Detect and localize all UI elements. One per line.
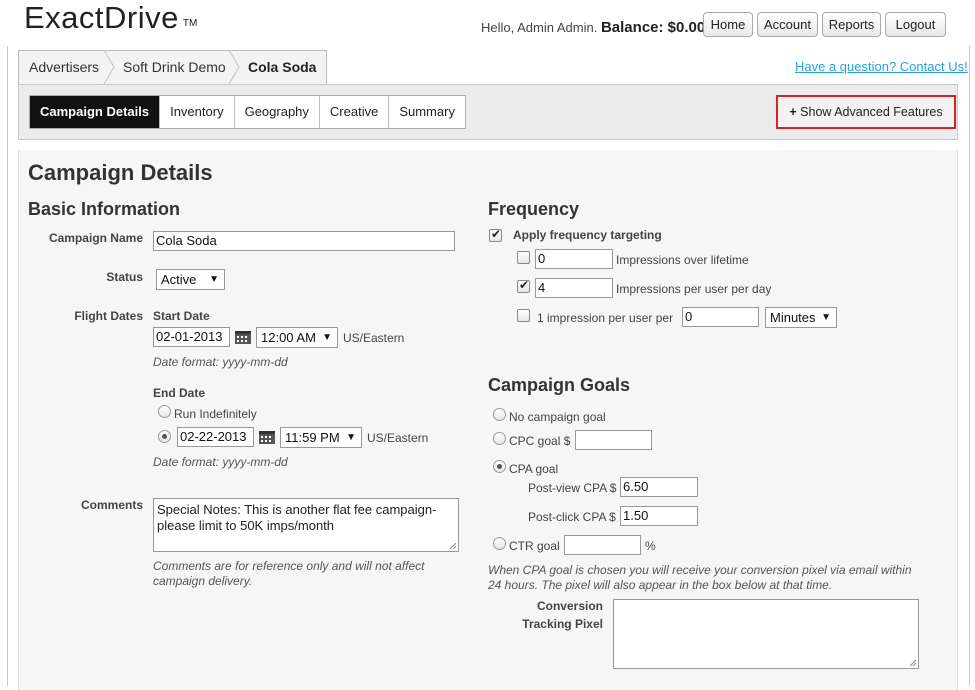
post-click-cpa-label: Post-click CPA $ (528, 510, 616, 524)
breadcrumb-separator-icon (228, 50, 240, 84)
post-click-cpa-input[interactable]: 1.50 (620, 506, 698, 526)
checkmark-icon: ✔ (519, 278, 530, 292)
cpa-goal-label: CPA goal (509, 462, 559, 476)
resize-grip-icon[interactable] (908, 658, 917, 667)
start-time-value: 12:00 AM (261, 330, 316, 345)
tab-list: Campaign Details Inventory Geography Cre… (29, 95, 466, 129)
start-time-select[interactable]: 12:00 AM ▼ (256, 327, 338, 348)
reports-button[interactable]: Reports (822, 12, 881, 37)
campaign-name-label: Campaign Name (48, 231, 143, 245)
no-goal-label: No campaign goal (509, 410, 606, 424)
one-impression-label: 1 impression per user per (537, 311, 674, 325)
logo-text: ExactDrive (24, 0, 179, 35)
conversion-pixel-label-line1: Conversion (536, 599, 603, 613)
campaign-name-input[interactable]: Cola Soda (153, 231, 455, 251)
chevron-down-icon: ▼ (209, 274, 219, 285)
comments-label: Comments (80, 498, 143, 512)
interval-unit-value: Minutes (770, 310, 816, 325)
no-goal-radio[interactable] (493, 408, 506, 421)
start-date-input[interactable]: 02-01-2013 (153, 327, 230, 347)
status-select[interactable]: Active ▼ (156, 269, 225, 290)
apply-frequency-label: Apply frequency targeting (513, 228, 662, 242)
one-impression-interval-input[interactable]: 0 (682, 307, 759, 327)
calendar-icon[interactable] (234, 329, 252, 345)
account-button[interactable]: Account (757, 12, 818, 37)
run-indefinitely-radio[interactable] (158, 405, 171, 418)
start-date-label: Start Date (153, 309, 210, 323)
ctr-goal-radio[interactable] (493, 537, 506, 550)
per-day-checkbox[interactable]: ✔ (517, 278, 530, 293)
show-advanced-features-label: Show Advanced Features (800, 105, 943, 119)
status-value: Active (161, 272, 197, 287)
resize-grip-icon[interactable] (448, 541, 457, 550)
logo-tm: TM (182, 18, 198, 29)
apply-frequency-checkbox[interactable]: ✔ (489, 227, 502, 242)
tab-summary[interactable]: Summary (389, 96, 465, 128)
tab-campaign-details[interactable]: Campaign Details (30, 96, 161, 128)
radio-selected-dot (497, 464, 502, 469)
end-timezone: US/Eastern (367, 431, 429, 445)
radio-selected-dot (162, 434, 167, 439)
per-day-impressions-input[interactable]: 4 (535, 278, 613, 298)
cpa-goal-hint: When CPA goal is chosen you will receive… (488, 563, 912, 592)
start-timezone: US/Eastern (343, 331, 405, 345)
end-date-radio[interactable] (158, 430, 171, 443)
chevron-down-icon: ▼ (821, 312, 831, 323)
cpc-goal-label: CPC goal $ (509, 434, 571, 448)
checkmark-icon: ✔ (491, 227, 502, 241)
cpc-goal-radio[interactable] (493, 432, 506, 445)
comments-value: Special Notes: This is another flat fee … (157, 502, 437, 533)
breadcrumb-campaign-group[interactable]: Soft Drink Demo (123, 50, 226, 84)
greeting-text: Hello, Admin Admin. (481, 20, 598, 35)
lifetime-impressions-label: Impressions over lifetime (616, 253, 749, 267)
post-view-cpa-label: Post-view CPA $ (528, 481, 617, 495)
end-date-label: End Date (153, 386, 206, 400)
logout-button[interactable]: Logout (885, 12, 946, 37)
campaign-goals-heading: Campaign Goals (488, 375, 631, 395)
lifetime-impressions-input[interactable]: 0 (535, 249, 613, 269)
one-impression-checkbox[interactable] (517, 309, 530, 322)
show-advanced-features-button[interactable]: + Show Advanced Features (776, 95, 956, 129)
breadcrumb-separator-icon (103, 50, 115, 84)
interval-unit-select[interactable]: Minutes ▼ (765, 307, 837, 328)
flight-dates-label: Flight Dates (74, 309, 143, 323)
contact-link[interactable]: Have a question? Contact Us! (795, 59, 968, 74)
start-date-format-hint: Date format: yyyy-mm-dd (153, 355, 288, 369)
chevron-down-icon: ▼ (322, 332, 332, 343)
ctr-goal-label: CTR goal (509, 539, 560, 553)
home-button[interactable]: Home (703, 12, 753, 37)
lifetime-checkbox[interactable] (517, 251, 530, 264)
balance: Balance: $0.00 (600, 19, 706, 36)
chevron-down-icon: ▼ (346, 432, 356, 443)
end-time-value: 11:59 PM (285, 430, 340, 445)
breadcrumb-advertisers[interactable]: Advertisers (29, 50, 99, 84)
cpc-goal-input[interactable] (575, 430, 652, 450)
calendar-icon[interactable] (258, 429, 276, 445)
frequency-heading: Frequency (488, 199, 580, 219)
run-indefinitely-label: Run Indefinitely (174, 407, 257, 421)
end-date-input[interactable]: 02-22-2013 (177, 427, 254, 447)
basic-information-heading: Basic Information (28, 199, 181, 219)
logo[interactable]: ExactDrive TM (24, 0, 197, 36)
tab-creative[interactable]: Creative (320, 96, 390, 128)
ctr-unit: % (645, 539, 656, 553)
comments-hint: Comments are for reference only and will… (153, 559, 425, 588)
end-date-format-hint: Date format: yyyy-mm-dd (153, 455, 288, 469)
cpa-goal-radio[interactable] (493, 460, 506, 473)
plus-icon: + (789, 105, 797, 119)
page-title: Campaign Details (28, 160, 213, 185)
conversion-pixel-label-line2: Tracking Pixel (522, 617, 603, 631)
account-greeting: Hello, Admin Admin. Balance: $0.00 (481, 19, 705, 36)
comments-textarea[interactable]: Special Notes: This is another flat fee … (153, 498, 459, 552)
ctr-goal-input[interactable] (564, 535, 641, 555)
conversion-pixel-textarea[interactable] (613, 599, 919, 669)
end-time-select[interactable]: 11:59 PM ▼ (280, 427, 362, 448)
tab-geography[interactable]: Geography (235, 96, 320, 128)
breadcrumb-current: Cola Soda (248, 59, 317, 75)
post-view-cpa-input[interactable]: 6.50 (620, 477, 698, 497)
tab-inventory[interactable]: Inventory (160, 96, 235, 128)
status-label: Status (106, 270, 143, 284)
per-day-impressions-label: Impressions per user per day (616, 282, 772, 296)
